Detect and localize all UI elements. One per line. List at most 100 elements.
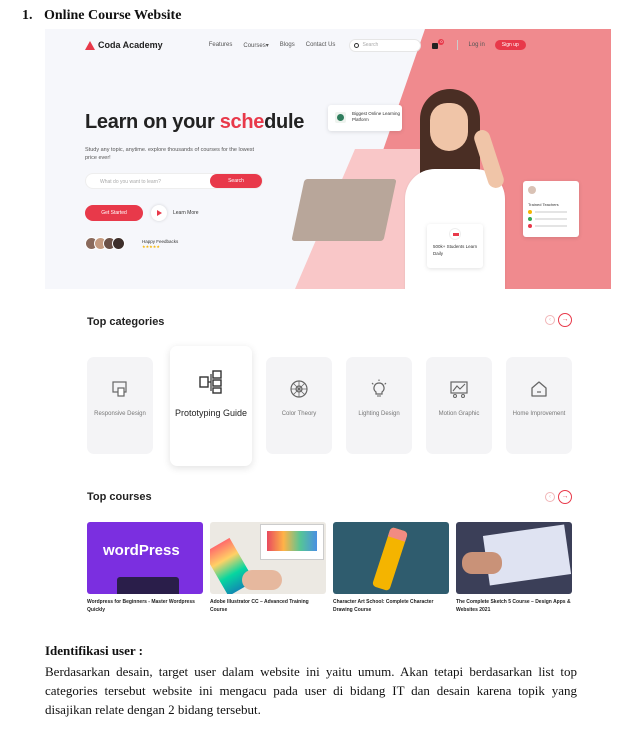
chevron-down-icon: ▾: [265, 42, 269, 49]
signup-button[interactable]: Sign up: [494, 40, 526, 50]
status-dot: [528, 217, 532, 221]
course-thumbnail: wordPress: [87, 522, 203, 594]
nav-link-courses[interactable]: Courses▾: [243, 42, 268, 49]
teachers-card-title: Trained Teachers: [528, 202, 559, 207]
brand-logo[interactable]: Coda Academy: [85, 40, 163, 50]
nav-links: Features Courses▾ Blogs Contact Us: [209, 42, 336, 49]
hero-section: Coda Academy Features Courses▾ Blogs Con…: [45, 29, 611, 289]
progress-line: [535, 218, 567, 220]
navbar: Coda Academy Features Courses▾ Blogs Con…: [85, 33, 585, 57]
cart-badge: 0: [438, 38, 445, 45]
identification-title: Identifikasi user :: [45, 643, 143, 658]
responsive-icon: [112, 381, 127, 397]
category-label: Color Theory: [281, 411, 317, 417]
hand-illustration: [462, 552, 502, 574]
heading-title: Online Course Website: [44, 8, 182, 23]
laptop-illustration: [291, 179, 397, 241]
hero-search-placeholder: What do you want to learn?: [100, 179, 161, 185]
teacher-row: [528, 224, 574, 228]
course-title: The Complete Sketch 5 Course – Design Ap…: [456, 599, 571, 613]
status-dot: [528, 224, 532, 228]
course-thumbnail: [333, 522, 449, 594]
hero-title-suffix: dule: [264, 111, 305, 133]
teacher-row: [528, 217, 574, 221]
search-icon: [354, 42, 360, 48]
nav-divider: [457, 40, 459, 50]
teachers-card: Trained Teachers: [523, 181, 579, 237]
platform-icon: [335, 112, 346, 123]
document-heading: 1. Online Course Website: [22, 8, 181, 24]
hero-search-button[interactable]: Search: [210, 174, 262, 188]
arrow-left-icon[interactable]: ‹: [545, 315, 555, 325]
learn-more-link[interactable]: Learn More: [173, 210, 199, 216]
category-label: Lighting Design: [358, 411, 400, 417]
get-started-button[interactable]: Get Started: [85, 205, 143, 221]
color-wheel-icon: [290, 380, 308, 398]
logo-icon: [85, 40, 95, 50]
hero-title-accent: sche: [219, 111, 265, 133]
teacher-avatar-icon: [528, 186, 536, 194]
teacher-row: [528, 210, 574, 214]
nav-link-contact[interactable]: Contact Us: [306, 42, 336, 49]
course-card-illustrator[interactable]: Adobe Illustrator CC – Advanced Training…: [210, 522, 326, 617]
top-courses-title: Top courses: [87, 491, 152, 503]
wordpress-thumb-text: wordPress: [103, 542, 180, 559]
category-label: Responsive Design: [94, 411, 146, 417]
categories-carousel-arrows: ‹ →: [545, 313, 572, 327]
category-card-responsive[interactable]: Responsive Design: [87, 357, 153, 454]
hand-illustration: [242, 570, 282, 590]
progress-line: [535, 225, 567, 227]
arrow-left-icon[interactable]: ‹: [545, 492, 555, 502]
pencil-illustration: [371, 526, 409, 592]
play-icon: [157, 210, 162, 216]
nav-link-courses-label: Courses: [243, 42, 266, 49]
heading-number: 1.: [22, 8, 33, 23]
rating-stars-icon: ★★★★★: [142, 244, 160, 249]
category-label: Home Improvement: [512, 411, 566, 417]
students-card-text: 500k+ Students Learn Daily: [433, 244, 478, 256]
category-card-lighting[interactable]: Lighting Design: [346, 357, 412, 454]
progress-line: [535, 211, 567, 213]
category-label: Motion Graphic: [438, 411, 480, 417]
motion-icon: [450, 381, 468, 398]
course-title: Character Art School: Complete Character…: [333, 599, 434, 613]
courses-carousel-arrows: ‹ →: [545, 490, 572, 504]
feedback-block: Happy Feedbacks ★★★★★: [142, 239, 178, 249]
course-card-character-art[interactable]: Character Art School: Complete Character…: [333, 522, 449, 617]
course-card-sketch[interactable]: The Complete Sketch 5 Course – Design Ap…: [456, 522, 572, 617]
identification-body: Berdasarkan desain, target user dalam we…: [45, 664, 577, 717]
students-card: 500k+ Students Learn Daily: [427, 224, 483, 268]
avatar-group: [85, 237, 125, 250]
category-card-color-theory[interactable]: Color Theory: [266, 357, 332, 454]
cart-button[interactable]: 0: [429, 38, 445, 52]
category-card-prototyping[interactable]: Prototyping Guide: [170, 346, 252, 466]
hero-search-input[interactable]: What do you want to learn? Search: [85, 173, 263, 189]
hero-title: Learn on your schedule: [85, 111, 304, 134]
category-card-motion[interactable]: Motion Graphic: [426, 357, 492, 454]
prototype-icon: [199, 370, 222, 394]
category-label: Prototyping Guide: [174, 408, 248, 418]
course-title: Adobe Illustrator CC – Advanced Training…: [210, 599, 309, 613]
arrow-right-icon[interactable]: →: [558, 313, 572, 327]
nav-link-features[interactable]: Features: [209, 42, 233, 49]
nav-search-input[interactable]: Search: [349, 38, 422, 52]
top-categories-title: Top categories: [87, 316, 165, 328]
course-thumbnail: [210, 522, 326, 594]
nav-search-placeholder: Search: [362, 42, 379, 48]
course-thumbnail: [456, 522, 572, 594]
home-icon: [531, 381, 547, 397]
person-face: [430, 103, 468, 151]
arrow-right-icon[interactable]: →: [558, 490, 572, 504]
category-card-home[interactable]: Home Improvement: [506, 357, 572, 454]
screen-illustration: [260, 524, 324, 560]
brand-name: Coda Academy: [98, 40, 163, 50]
course-title: Wordpress for Beginners - Master Wordpre…: [87, 599, 195, 613]
nav-link-blogs[interactable]: Blogs: [280, 42, 295, 49]
status-dot: [528, 210, 532, 214]
device-illustration: [117, 577, 179, 594]
play-button[interactable]: [151, 205, 167, 221]
course-card-wordpress[interactable]: wordPress Wordpress for Beginners - Mast…: [87, 522, 203, 617]
students-icon: [449, 228, 461, 240]
lightbulb-icon: [371, 379, 387, 397]
login-link[interactable]: Log in: [468, 42, 484, 48]
